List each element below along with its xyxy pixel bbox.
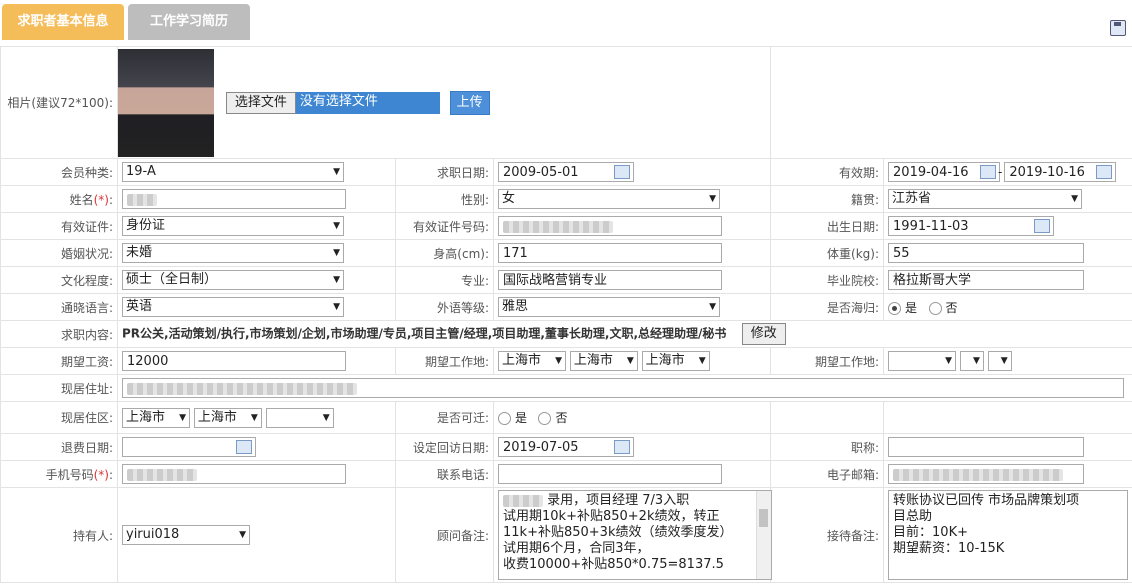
relocate-yes-label: 是 [515, 411, 528, 425]
mobile-label: 手机号码(*): [0, 460, 118, 488]
overseas-no-label: 否 [945, 300, 958, 315]
height-label: 身高(cm): [395, 239, 494, 267]
scrollbar[interactable] [756, 491, 771, 579]
marital-label: 婚姻状况: [0, 239, 118, 267]
address-input[interactable] [122, 378, 1124, 398]
education-select[interactable]: 硕士（全日制） ▼ [122, 270, 344, 290]
salary-input[interactable]: 12000 [122, 351, 346, 371]
work-place-label: 期望工作地: [395, 347, 494, 375]
education-label: 文化程度: [0, 266, 118, 294]
lang-level-label: 外语等级: [395, 293, 494, 321]
overseas-no-radio[interactable] [928, 301, 942, 315]
photo-thumbnail [118, 48, 214, 157]
height-input[interactable]: 171 [498, 243, 722, 263]
district-label: 现居住区: [0, 401, 118, 434]
no-file-text: 没有选择文件 [295, 91, 440, 114]
holder-select[interactable]: yirui018 ▼ [122, 525, 250, 545]
id-number-input[interactable] [498, 216, 722, 236]
job-content-label: 求职内容: [0, 320, 118, 348]
photo-label: 相片(建议72*100): [0, 46, 118, 159]
work-place2-city-select[interactable]: ▼ [959, 351, 984, 371]
title-input[interactable] [888, 437, 1085, 457]
calendar-icon[interactable] [980, 165, 997, 179]
mobile-input[interactable] [122, 464, 346, 484]
address-label: 现居住址: [0, 374, 118, 402]
edit-button[interactable]: 修改 [741, 323, 786, 345]
language-select[interactable]: 英语 ▼ [122, 297, 344, 317]
valid-period-label: 有效期: [770, 158, 885, 186]
refund-date-label: 退费日期: [0, 433, 118, 461]
title-label: 职称: [770, 433, 885, 461]
major-input[interactable]: 国际战略营销专业 [498, 270, 722, 290]
consultant-note-label: 顾问备注: [395, 487, 494, 583]
member-type-label: 会员种类: [0, 158, 118, 186]
dash: - [998, 164, 1003, 179]
tab-work-history[interactable]: 工作学习简历 [128, 4, 250, 40]
id-type-label: 有效证件: [0, 212, 118, 240]
id-number-label: 有效证件号码: [395, 212, 494, 240]
consultant-note-textarea[interactable]: 录用，项目经理 7/3入职 试用期10k+补贴850+2k绩效，转正 11k+补… [498, 490, 772, 580]
lang-level-select[interactable]: 雅思 ▼ [498, 297, 720, 317]
tab-basic-info[interactable]: 求职者基本信息 [2, 4, 124, 40]
marital-select[interactable]: 未婚 ▼ [122, 243, 344, 263]
member-type-select[interactable]: 19-A ▼ [122, 162, 344, 182]
language-label: 通晓语言: [0, 293, 118, 321]
name-input[interactable] [122, 189, 346, 209]
calendar-icon[interactable] [614, 440, 630, 454]
school-input[interactable]: 格拉斯哥大学 [888, 270, 1085, 290]
work-place2-label: 期望工作地: [770, 347, 885, 375]
calendar-icon[interactable] [1096, 165, 1113, 179]
calendar-icon[interactable] [1034, 219, 1051, 233]
upload-button[interactable]: 上传 [449, 90, 490, 115]
salary-label: 期望工资: [0, 347, 118, 375]
relocate-no-radio[interactable] [538, 412, 552, 425]
overseas-yes-radio[interactable] [888, 301, 902, 315]
phone-label: 联系电话: [395, 460, 494, 488]
gender-label: 性别: [395, 185, 494, 213]
email-input[interactable] [888, 464, 1085, 484]
weight-input[interactable]: 55 [888, 243, 1085, 263]
work-place-district-select[interactable]: 上海市 ▼ [641, 351, 710, 371]
email-label: 电子邮箱: [770, 460, 885, 488]
district-area-select[interactable]: ▼ [265, 407, 334, 428]
save-icon[interactable] [1110, 20, 1126, 36]
work-place2-district-select[interactable]: ▼ [987, 351, 1012, 371]
work-place-province-select[interactable]: 上海市 ▼ [498, 351, 566, 371]
relocate-label: 是否可迁: [395, 401, 494, 434]
reception-note-label: 接待备注: [770, 487, 885, 583]
applicant-form: 相片(建议72*100): 选择文件 没有选择文件 上传 会员种类: 19-A ▼ … [0, 46, 1132, 583]
gender-select[interactable]: 女 ▼ [498, 189, 720, 209]
calendar-icon[interactable] [614, 165, 630, 179]
native-select[interactable]: 江苏省 ▼ [888, 189, 1083, 209]
weight-label: 体重(kg): [770, 239, 885, 267]
district-city-select[interactable]: 上海市 ▼ [193, 407, 262, 428]
calendar-icon[interactable] [236, 440, 252, 454]
job-content-text: PR公关,活动策划/执行,市场策划/企划,市场助理/专员,项目主管/经理,项目助… [122, 326, 727, 341]
relocate-yes-radio[interactable] [498, 412, 511, 425]
holder-label: 持有人: [0, 487, 118, 583]
major-label: 专业: [395, 266, 494, 294]
overseas-label: 是否海归: [770, 293, 885, 321]
tab-bar: 求职者基本信息 工作学习简历 [0, 0, 1132, 47]
id-type-select[interactable]: 身份证 ▼ [122, 216, 344, 236]
apply-date-label: 求职日期: [395, 158, 494, 186]
birth-input[interactable]: 1991-11-03 [888, 216, 1055, 236]
overseas-yes-label: 是 [905, 300, 918, 315]
choose-file-button[interactable]: 选择文件 [225, 91, 296, 114]
phone-input[interactable] [498, 464, 722, 484]
name-label: 姓名(*): [0, 185, 118, 213]
native-label: 籍贯: [770, 185, 885, 213]
work-place2-province-select[interactable]: ▼ [888, 351, 957, 371]
work-place-city-select[interactable]: 上海市 ▼ [569, 351, 638, 371]
relocate-no-label: 否 [555, 411, 568, 425]
school-label: 毕业院校: [770, 266, 885, 294]
birth-label: 出生日期: [770, 212, 885, 240]
district-province-select[interactable]: 上海市 ▼ [122, 407, 190, 428]
visit-date-label: 设定回访日期: [395, 433, 494, 461]
reception-note-textarea[interactable]: 转账协议已回传 市场品牌策划项 目总助 目前：10K+ 期望薪资：10-15K [888, 490, 1129, 580]
